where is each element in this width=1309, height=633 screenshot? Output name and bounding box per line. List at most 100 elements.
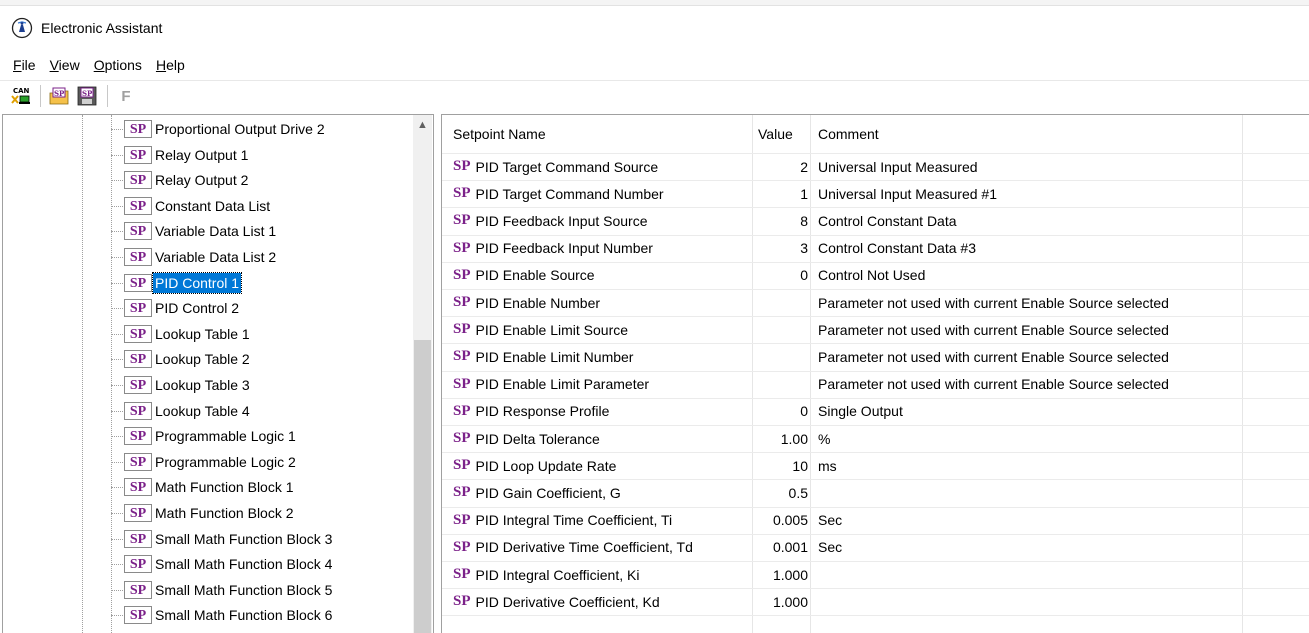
header-comment[interactable]: Comment [818,115,879,153]
header-setpoint-name[interactable]: Setpoint Name [453,115,546,153]
setpoint-name-cell[interactable]: SP PID Integral Time Coefficient, Ti [453,507,672,534]
table-row[interactable]: SP PID Target Command Number 1 Universal In… [442,180,1309,207]
table-row[interactable]: SP PID Enable Limit Number Parameter not u… [442,343,1309,370]
setpoint-comment-cell: Control Constant Data [818,212,957,229]
setpoint-name-cell[interactable]: SP PID Gain Coefficient, G [453,479,621,506]
setpoint-name-cell[interactable]: SP PID Target Command Number [453,180,664,207]
tree-scrollbar[interactable]: ▲ [413,115,432,633]
sp-prefix: SP [453,430,471,446]
setpoint-name-cell[interactable]: SP PID Enable Limit Number [453,343,633,370]
table-row[interactable]: SP PID Loop Update Rate 10 ms [442,452,1309,479]
tree-item-label[interactable]: Lookup Table 1 [153,324,252,344]
setpoint-comment-cell: Sec [818,512,843,529]
menu-view[interactable]: View [43,55,87,75]
setpoint-value-cell[interactable]: 0 [738,262,808,289]
open-sp-file-icon: SP [49,87,69,105]
setpoint-value-cell[interactable]: 2 [738,153,808,180]
setpoint-value-cell[interactable]: 1 [738,180,808,207]
setpoint-value-cell[interactable]: 1.000 [738,588,808,615]
sp-prefix: SP [453,484,471,501]
setpoint-value-cell[interactable]: 1.000 [738,561,808,588]
setpoint-name-cell[interactable]: SP PID Derivative Time Coefficient, Td [453,534,693,561]
setpoint-value-cell[interactable] [738,289,808,316]
setpoint-value-cell[interactable]: 8 [738,207,808,234]
setpoint-name-cell[interactable]: SP PID Derivative Coefficient, Kd [453,588,660,615]
table-row[interactable]: SP PID Integral Coefficient, Ki 1.000 [442,561,1309,588]
menu-options[interactable]: Options [87,55,149,75]
setpoint-name-cell[interactable]: SP PID Response Profile [453,398,609,425]
table-row[interactable]: SP PID Response Profile 0 Single Output [442,398,1309,425]
setpoint-value-cell[interactable] [738,371,808,398]
setpoint-name-cell[interactable]: SP PID Target Command Source [453,153,658,180]
tree-item-label[interactable]: Variable Data List 1 [153,221,278,241]
can-connect-button[interactable]: CAN [8,84,32,108]
tree-item-label[interactable]: Constant Data List [153,196,272,216]
table-row[interactable]: SP PID Derivative Coefficient, Kd 1.000 [442,588,1309,615]
setpoint-value-cell[interactable]: 0 [738,398,808,425]
tree-item-label[interactable]: Small Math Function Block 6 [153,605,334,625]
tree-item-label[interactable]: Math Function Block 1 [153,477,296,497]
menu-help[interactable]: Help [149,55,192,75]
table-row[interactable]: SP PID Gain Coefficient, G 0.5 [442,479,1309,506]
setpoint-value-cell[interactable] [738,316,808,343]
table-row[interactable]: SP PID Delta Tolerance 1.00% [442,425,1309,452]
tree-item-label[interactable]: Programmable Logic 1 [153,426,298,446]
setpoint-name: PID Enable Limit Source [475,321,629,338]
tree-item-label[interactable]: PID Control 1 [151,271,243,294]
sp-prefix: SP [453,266,471,283]
setpoint-name-cell[interactable]: SP PID Enable Number [453,289,600,316]
setpoint-name-cell[interactable]: SP PID Enable Source [453,262,595,289]
flash-button[interactable]: F [114,84,138,108]
tree-item-label[interactable]: Variable Data List 2 [153,247,278,267]
tree-item-label[interactable]: Lookup Table 4 [153,401,252,421]
setpoint-name-cell[interactable]: SP PID Feedback Input Source [453,207,648,234]
tree-connector [111,129,123,130]
tree-item-label[interactable]: Small Math Function Block 3 [153,529,334,549]
table-row[interactable]: SP PID Target Command Source 2 Universal In… [442,153,1309,180]
tree-guide-line [111,115,112,633]
tree-item-label[interactable]: Proportional Output Drive 2 [153,119,327,139]
setpoint-name-cell[interactable]: SP PID Enable Limit Source [453,316,628,343]
tree-item-label[interactable]: Small Math Function Block 5 [153,580,334,600]
open-setpoint-file-button[interactable]: SP [47,84,71,108]
menu-file[interactable]: File [6,55,43,75]
setpoint-value-cell[interactable]: 1.00 [738,425,808,452]
table-row[interactable]: SP PID Enable Limit Parameter Parameter no… [442,371,1309,398]
table-row[interactable]: SP PID Derivative Time Coefficient, Td 0.0… [442,534,1309,561]
tree-item-label[interactable]: Programmable Logic 2 [153,452,298,472]
setpoint-name-cell[interactable]: SP PID Delta Tolerance [453,425,600,452]
setpoint-name-cell[interactable]: SP PID Feedback Input Number [453,235,653,262]
tree-connector [111,385,123,386]
tree-item-label[interactable]: Math Function Block 2 [153,503,296,523]
table-row[interactable]: SP PID Enable Limit Source Parameter not u… [442,316,1309,343]
setpoint-name: PID Feedback Input Source [475,212,648,229]
setpoint-value-cell[interactable]: 0.005 [738,507,808,534]
table-row[interactable]: SP PID Enable Number Parameter not used wi… [442,289,1309,316]
setpoint-name-cell[interactable]: SP PID Integral Coefficient, Ki [453,561,639,588]
tree-item-label[interactable]: Small Math Function Block 4 [153,554,334,574]
setpoint-comment-cell: Parameter not used with current Enable S… [818,294,1169,311]
setpoint-value-cell[interactable]: 3 [738,235,808,262]
tree-item-label[interactable]: Relay Output 2 [153,170,250,190]
header-value[interactable]: Value [758,115,793,153]
save-setpoint-file-button[interactable]: SP [75,84,99,108]
menu-mnemonic: O [93,57,105,73]
setpoint-tree[interactable]: ▲ SP Proportional Output Drive 2 SP Relay O… [2,114,434,633]
table-row[interactable]: SP PID Feedback Input Number 3 Control Cons… [442,235,1309,262]
setpoint-value-cell[interactable]: 10 [738,452,808,479]
table-row[interactable]: SP PID Integral Time Coefficient, Ti 0.005… [442,507,1309,534]
table-row[interactable]: SP PID Enable Source 0 Control Not Used [442,262,1309,289]
setpoint-name-cell[interactable]: SP PID Enable Limit Parameter [453,371,649,398]
tree-item-label[interactable]: Lookup Table 3 [153,375,252,395]
table-row[interactable]: SP PID Feedback Input Source 8 Control Cons… [442,207,1309,234]
setpoint-name-cell[interactable]: SP PID Loop Update Rate [453,452,616,479]
setpoint-value-cell[interactable]: 0.001 [738,534,808,561]
scroll-thumb[interactable] [414,340,431,633]
tree-item-label[interactable]: Relay Output 1 [153,145,250,165]
setpoint-value-cell[interactable] [738,343,808,370]
scroll-up-arrow-icon[interactable]: ▲ [413,115,432,135]
sp-setpoint-icon: SP [124,504,152,522]
tree-item-label[interactable]: PID Control 2 [153,298,241,318]
tree-item-label[interactable]: Lookup Table 2 [153,349,252,369]
setpoint-value-cell[interactable]: 0.5 [738,479,808,506]
